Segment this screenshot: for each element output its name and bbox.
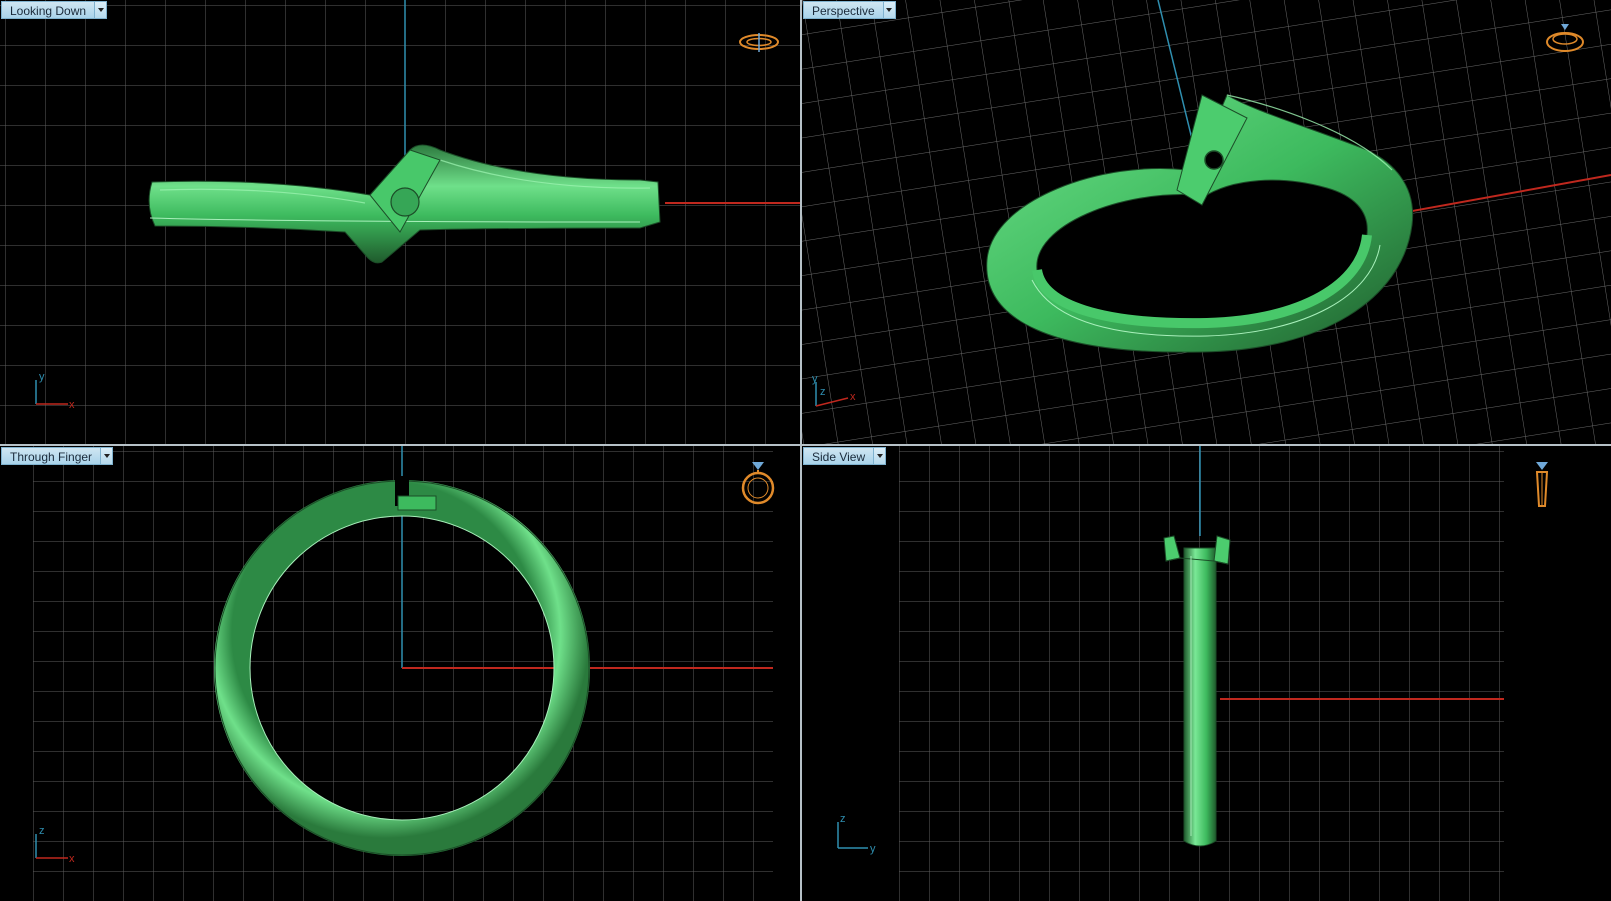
viewport-label: Looking Down	[1, 1, 95, 19]
axis-label-z: z	[39, 825, 45, 837]
axis-label-x: x	[69, 399, 75, 411]
axis-label-x: x	[69, 853, 75, 865]
viewport-tab-side-view[interactable]: Side View	[803, 447, 887, 465]
axis-label-x: x	[850, 391, 856, 403]
ring-nav-icon[interactable]	[1528, 456, 1556, 512]
chevron-down-icon[interactable]	[873, 447, 887, 465]
axis-label-z: z	[820, 386, 826, 398]
axis-indicator	[837, 822, 868, 849]
ring-nav-icon[interactable]	[738, 456, 778, 508]
ring-nav-icon[interactable]	[1544, 20, 1586, 56]
viewport-tab-looking-down[interactable]: Looking Down	[1, 1, 108, 19]
side-view-canvas[interactable]: z y	[802, 446, 1611, 901]
chevron-down-icon[interactable]	[94, 1, 108, 19]
viewport-divider-vertical[interactable]	[800, 0, 802, 901]
viewport-label: Side View	[803, 447, 874, 465]
chevron-down-icon[interactable]	[100, 447, 114, 465]
ring-nav-icon[interactable]	[738, 28, 780, 58]
perspective-canvas[interactable]: y z x	[802, 0, 1611, 444]
viewport-label: Through Finger	[1, 447, 101, 465]
viewport-label: Perspective	[803, 1, 883, 19]
viewport-divider-horizontal[interactable]	[0, 444, 1611, 446]
axis-label-y: y	[39, 371, 45, 383]
chevron-down-icon[interactable]	[882, 1, 896, 19]
viewport-tab-through-finger[interactable]: Through Finger	[1, 447, 114, 465]
viewport-perspective[interactable]: Perspective y z x	[802, 0, 1611, 444]
viewport-looking-down[interactable]: Looking Down y x	[0, 0, 800, 444]
viewport-side-view[interactable]: Side View z y	[802, 446, 1611, 901]
through-finger-canvas[interactable]: z x	[0, 446, 800, 901]
axis-label-y: y	[870, 843, 876, 855]
axis-label-z: z	[840, 813, 846, 825]
axis-label-y: y	[812, 373, 818, 385]
looking-down-canvas[interactable]: y x	[0, 0, 800, 444]
viewport-through-finger[interactable]: Through Finger z x	[0, 446, 800, 901]
viewport-tab-perspective[interactable]: Perspective	[803, 1, 896, 19]
